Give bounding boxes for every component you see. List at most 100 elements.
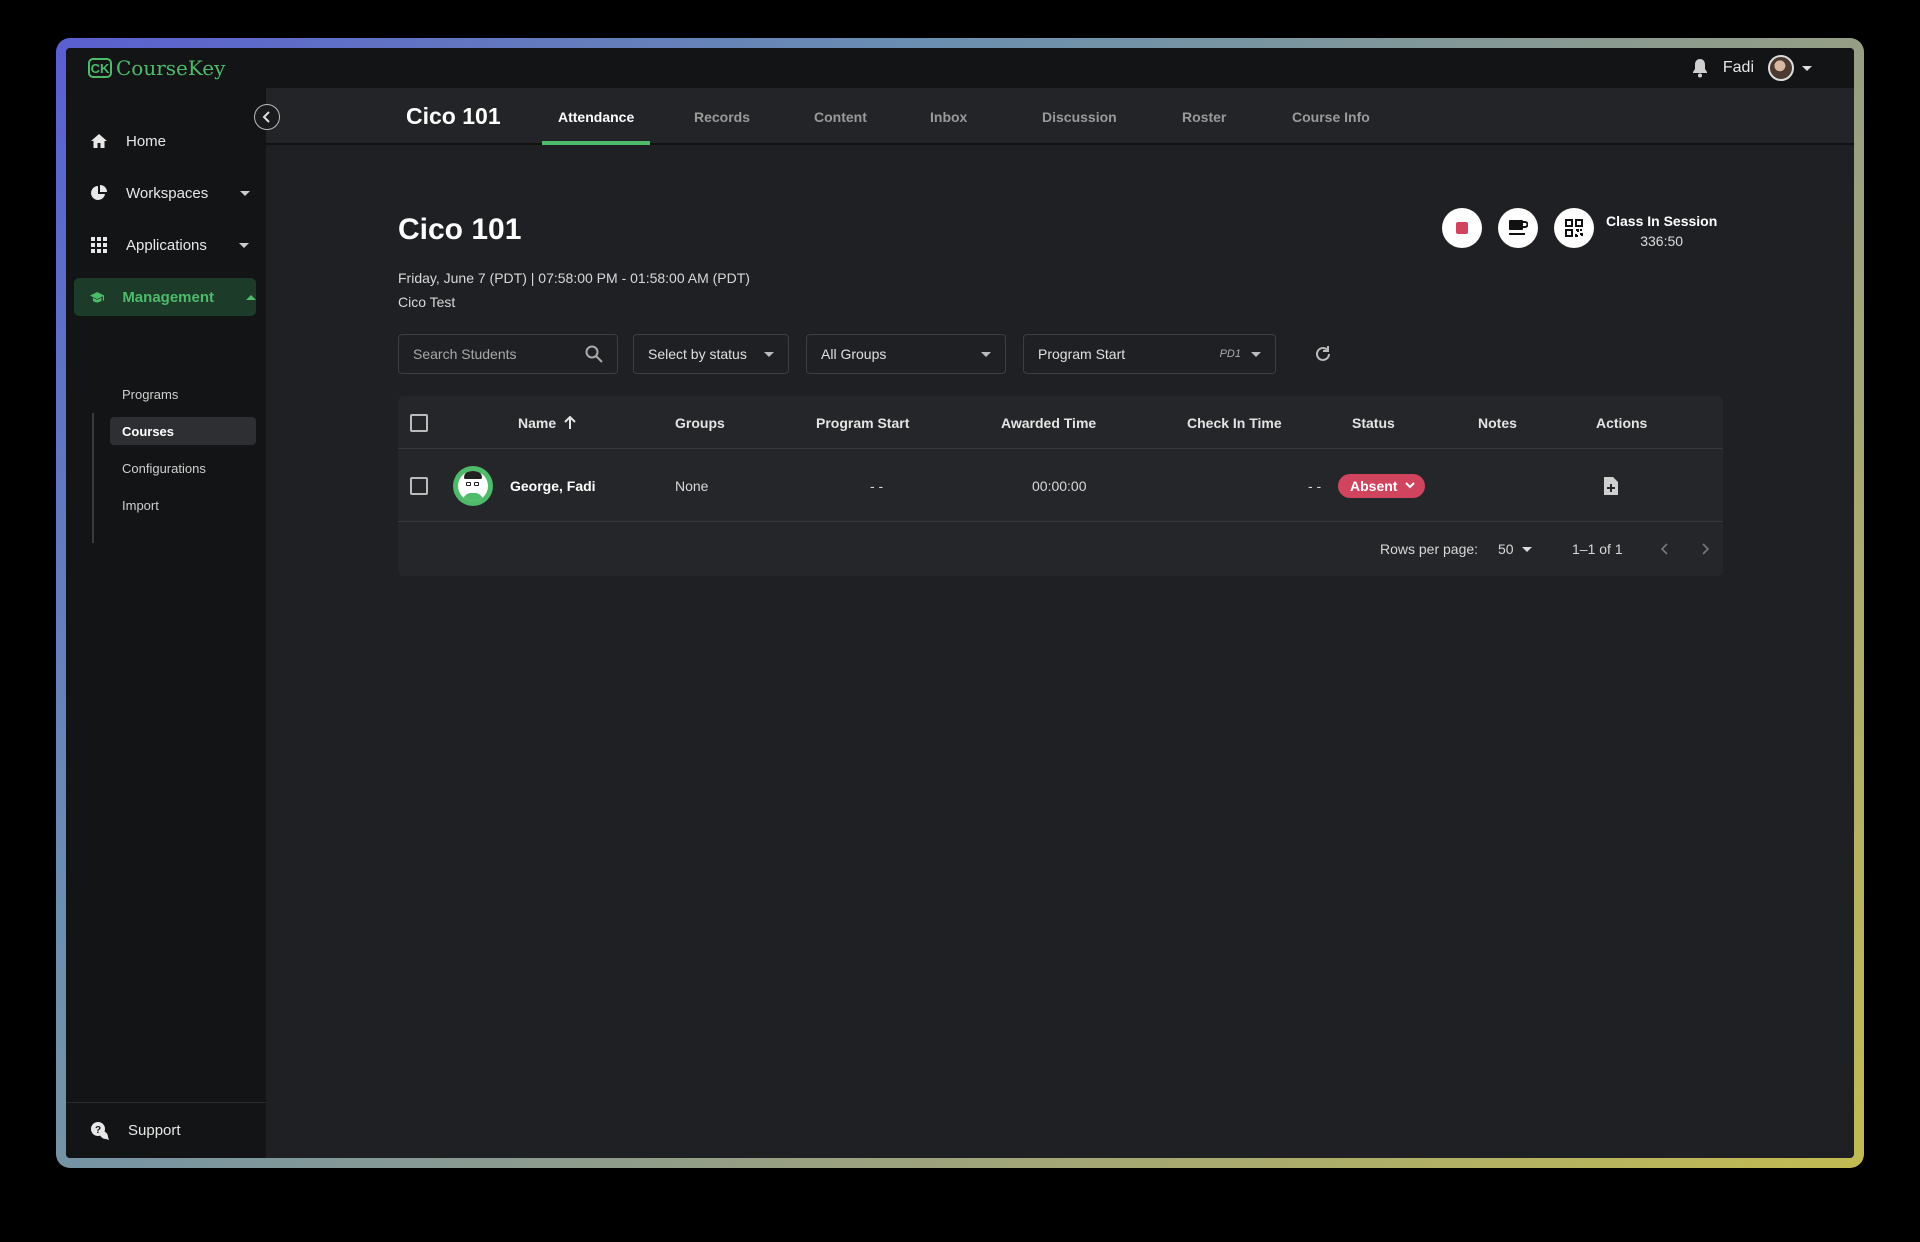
chevron-left-icon	[1660, 543, 1668, 555]
student-awarded-time: 00:00:00	[1032, 477, 1087, 494]
page-title: Cico 101	[398, 213, 522, 246]
pagination-range: 1–1 of 1	[1572, 541, 1623, 557]
search-input[interactable]: Search Students	[398, 334, 618, 374]
chevron-up-icon	[246, 294, 256, 300]
course-header: Cico 101 Attendance Records Content Inbo…	[266, 88, 1854, 145]
support-chat-icon: ?	[91, 1121, 109, 1140]
status-badge[interactable]: Absent	[1338, 473, 1426, 498]
qr-code-button[interactable]	[1554, 208, 1594, 248]
top-bar: CK CourseKey Fadi	[66, 48, 1854, 88]
qr-code-icon	[1565, 219, 1583, 237]
column-header-status[interactable]: Status	[1352, 396, 1395, 449]
break-button[interactable]	[1498, 208, 1538, 248]
coursekey-logo[interactable]: CK CourseKey	[88, 56, 225, 80]
stop-icon	[1456, 222, 1468, 234]
student-program-start: - -	[870, 477, 884, 494]
student-avatar	[453, 465, 493, 506]
tab-course-info[interactable]: Course Info	[1292, 88, 1370, 145]
previous-page-button[interactable]	[1660, 522, 1670, 576]
tab-roster[interactable]: Roster	[1182, 88, 1226, 145]
svg-text:?: ?	[95, 1125, 101, 1136]
row-checkbox[interactable]	[410, 476, 428, 495]
user-menu: Fadi	[1691, 55, 1812, 81]
course-title: Cico 101	[406, 103, 501, 129]
students-table: Name Groups Program Start Awarded Time C…	[398, 396, 1723, 576]
student-groups: None	[675, 477, 709, 494]
program-start-select[interactable]: Program Start PD1	[1023, 334, 1276, 374]
table-row[interactable]: George, Fadi None - - 00:00:00 - - Absen…	[398, 449, 1723, 522]
stop-session-button[interactable]	[1442, 208, 1482, 248]
select-all-checkbox[interactable]	[410, 413, 428, 432]
groups-filter-label: All Groups	[821, 346, 887, 362]
sidebar-item-home[interactable]: Home	[74, 122, 256, 160]
session-info: Friday, June 7 (PDT) | 07:58:00 PM - 01:…	[398, 266, 750, 314]
column-header-label: Name	[518, 414, 557, 431]
support-link[interactable]: ? Support	[66, 1102, 266, 1158]
home-icon	[91, 134, 107, 148]
column-header-check-in-time[interactable]: Check In Time	[1187, 396, 1282, 449]
chevron-right-icon	[1702, 543, 1710, 555]
tab-inbox[interactable]: Inbox	[930, 88, 967, 145]
user-avatar[interactable]	[1768, 55, 1794, 81]
sidebar: Home Workspaces Applications Management …	[66, 88, 266, 1158]
sidebar-item-label: Applications	[126, 236, 207, 254]
user-name[interactable]: Fadi	[1723, 59, 1754, 77]
user-menu-chevron-down-icon[interactable]	[1802, 65, 1812, 71]
column-header-groups[interactable]: Groups	[675, 396, 725, 449]
chevron-down-icon	[1405, 482, 1416, 489]
app-window: CK CourseKey Fadi Home Workspaces Applic…	[66, 48, 1854, 1158]
refresh-icon[interactable]	[1313, 344, 1333, 364]
column-header-name[interactable]: Name	[518, 396, 576, 449]
column-header-awarded-time[interactable]: Awarded Time	[1001, 396, 1096, 449]
rows-per-page-value: 50	[1498, 541, 1514, 557]
avatar-face-icon	[458, 470, 488, 501]
app-name: CourseKey	[116, 56, 226, 80]
sidebar-item-management[interactable]: Management	[74, 278, 256, 316]
groups-filter-select[interactable]: All Groups	[806, 334, 1006, 374]
sidebar-item-applications[interactable]: Applications	[74, 226, 256, 264]
student-avatar-cell	[453, 449, 493, 522]
sort-ascending-icon	[564, 415, 576, 429]
sidebar-subitem-configurations[interactable]: Configurations	[110, 454, 256, 482]
sidebar-subitem-import[interactable]: Import	[110, 491, 256, 519]
session-timer: 336:50	[1640, 233, 1684, 249]
rows-per-page-select[interactable]: 50	[1498, 522, 1532, 576]
student-name[interactable]: George, Fadi	[510, 449, 596, 522]
coffee-cup-icon	[1509, 220, 1528, 235]
session-time: Friday, June 7 (PDT) | 07:58:00 PM - 01:…	[398, 270, 750, 286]
tab-content[interactable]: Content	[814, 88, 867, 145]
tab-records[interactable]: Records	[694, 88, 750, 145]
status-filter-select[interactable]: Select by status	[633, 334, 789, 374]
search-icon	[585, 345, 603, 363]
column-header-program-start[interactable]: Program Start	[816, 396, 909, 449]
status-label: Absent	[1350, 477, 1398, 494]
sidebar-subitem-programs[interactable]: Programs	[110, 380, 256, 408]
table-header: Name Groups Program Start Awarded Time C…	[398, 396, 1723, 449]
actions-cell	[1603, 449, 1619, 522]
chevron-down-icon	[1251, 351, 1261, 357]
chevron-down-icon	[240, 190, 251, 196]
next-page-button[interactable]	[1700, 522, 1710, 576]
search-placeholder: Search Students	[413, 346, 517, 362]
collapse-sidebar-button[interactable]	[254, 104, 280, 130]
subnav-line	[92, 413, 94, 543]
grid-icon	[91, 237, 107, 253]
chevron-down-icon	[981, 351, 991, 357]
select-all-checkbox-cell	[410, 396, 428, 449]
chevron-left-icon	[262, 111, 270, 123]
tab-discussion[interactable]: Discussion	[1042, 88, 1117, 145]
sidebar-item-workspaces[interactable]: Workspaces	[74, 174, 256, 212]
column-header-notes: Notes	[1478, 414, 1517, 431]
class-status: Class In Session 336:50	[1606, 211, 1717, 251]
tab-attendance[interactable]: Attendance	[541, 88, 651, 145]
add-document-icon[interactable]	[1603, 476, 1619, 496]
bell-icon[interactable]	[1691, 58, 1709, 78]
support-label: Support	[128, 1122, 181, 1139]
rows-per-page-label: Rows per page:	[1380, 541, 1479, 557]
table-footer: Rows per page: 50 1–1 of 1	[398, 522, 1723, 576]
graduation-cap-icon	[90, 291, 105, 303]
sidebar-subitem-courses[interactable]: Courses	[110, 417, 256, 445]
program-start-label: Program Start	[1038, 346, 1126, 362]
sidebar-item-label: Home	[126, 132, 167, 150]
program-start-tag: PD1	[1219, 348, 1241, 360]
